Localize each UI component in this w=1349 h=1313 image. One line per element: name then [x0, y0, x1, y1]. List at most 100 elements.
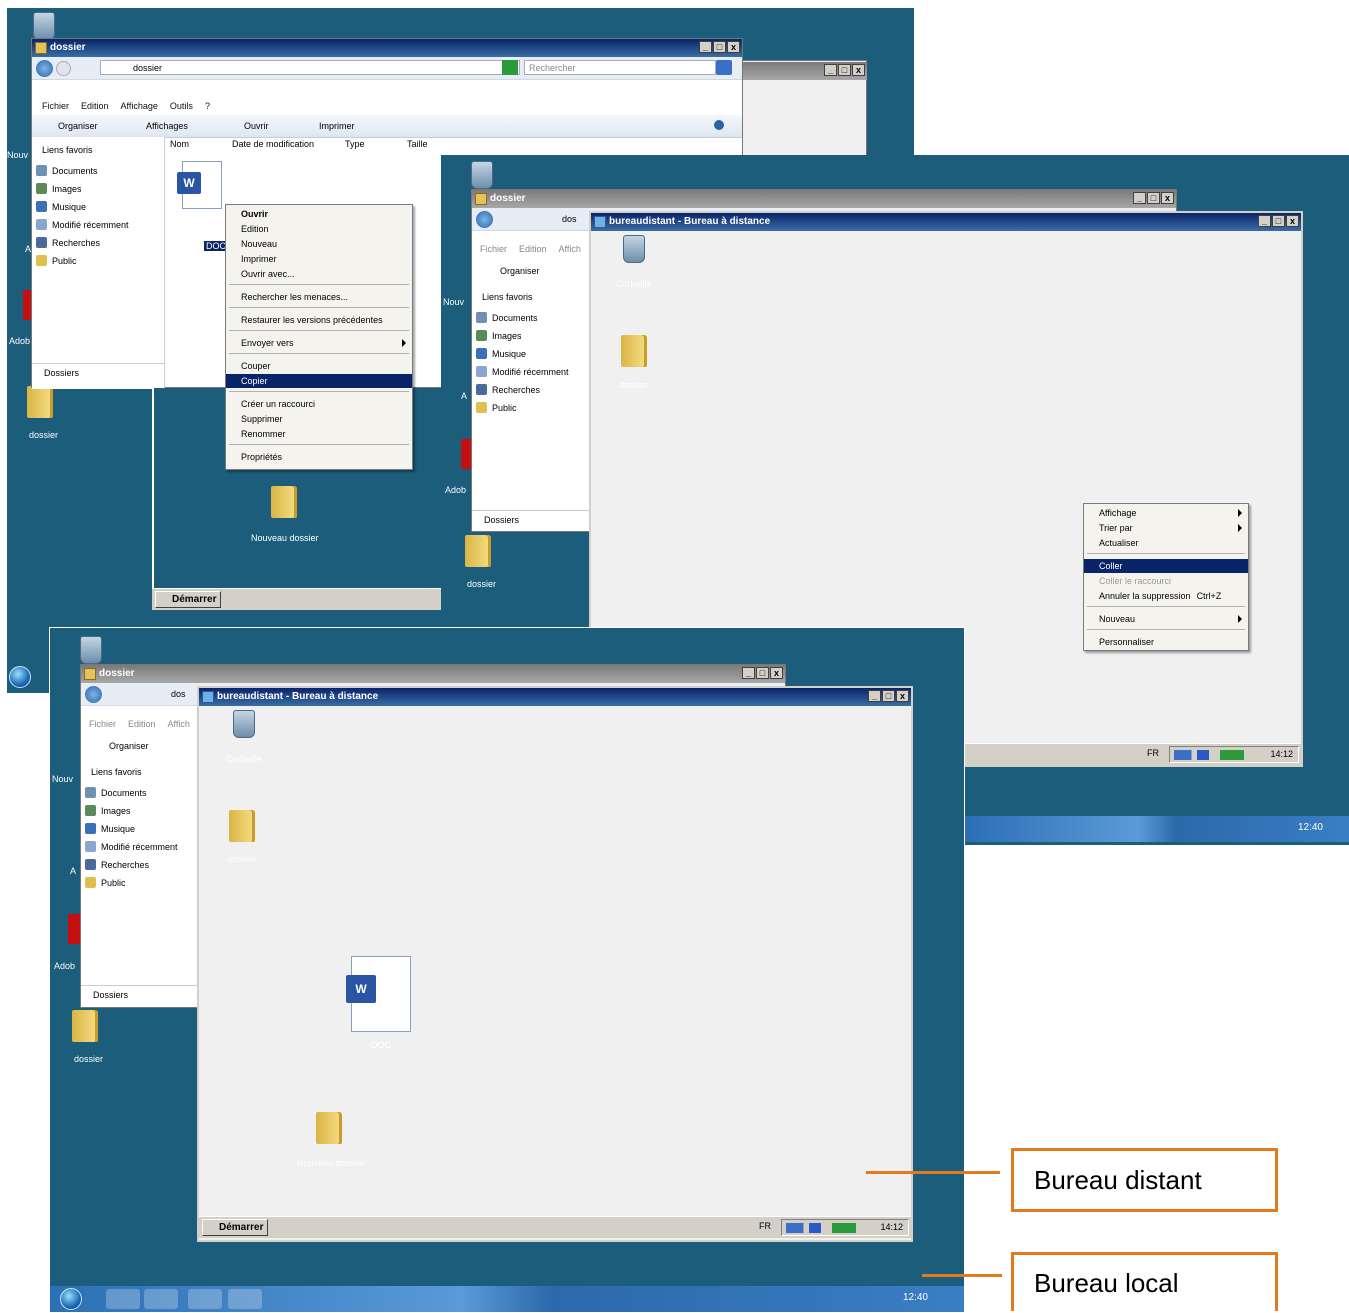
- maximize-button[interactable]: □: [1272, 215, 1285, 227]
- ctx-personalize[interactable]: Personnaliser: [1084, 635, 1248, 649]
- windows-start-orb[interactable]: [60, 1288, 82, 1310]
- back-button[interactable]: [85, 686, 102, 703]
- minimize-button[interactable]: _: [1133, 192, 1146, 204]
- nav-item-documents[interactable]: Documents: [476, 312, 538, 323]
- back-button[interactable]: [476, 211, 493, 228]
- nav-item-music[interactable]: Musique: [85, 823, 135, 834]
- nav-item-public[interactable]: Public: [476, 402, 517, 413]
- nav-item-public[interactable]: Public: [36, 255, 77, 266]
- taskbar-app-button[interactable]: [144, 1289, 178, 1309]
- search-icon[interactable]: [716, 60, 732, 75]
- nav-item-documents[interactable]: Documents: [85, 787, 147, 798]
- folders-toggle[interactable]: Dossiers: [472, 510, 589, 530]
- explorer-titlebar[interactable]: dossier _ □ x: [472, 190, 1176, 208]
- explorer-titlebar[interactable]: dossier _ □ x: [32, 39, 742, 57]
- organize-button[interactable]: Organiser: [58, 121, 98, 131]
- recycle-bin-icon[interactable]: [80, 636, 102, 664]
- maximize-button[interactable]: □: [838, 64, 851, 76]
- nav-item-images[interactable]: Images: [476, 330, 522, 341]
- new-folder-icon[interactable]: [316, 1112, 342, 1144]
- organize-button[interactable]: Organiser: [500, 266, 540, 276]
- nav-item-searches[interactable]: Recherches: [476, 384, 540, 395]
- forward-button[interactable]: [56, 61, 71, 76]
- tray-icons[interactable]: [1174, 750, 1244, 760]
- lang-indicator[interactable]: FR: [1147, 748, 1159, 758]
- nav-item-images[interactable]: Images: [85, 805, 131, 816]
- ctx-cut[interactable]: Couper: [226, 359, 412, 373]
- menu-affichage[interactable]: Affichage: [121, 101, 158, 111]
- menu-affichage[interactable]: Affich: [559, 244, 581, 254]
- ctx-view[interactable]: Affichage: [1084, 506, 1248, 520]
- close-button[interactable]: x: [770, 667, 783, 679]
- adobe-icon[interactable]: [68, 914, 80, 944]
- ctx-edit[interactable]: Edition: [226, 222, 412, 236]
- nav-item-recent[interactable]: Modifié récemment: [85, 841, 178, 852]
- close-button[interactable]: x: [896, 690, 909, 702]
- menu-affichage[interactable]: Affich: [168, 719, 190, 729]
- ctx-delete[interactable]: Supprimer: [226, 412, 412, 426]
- minimize-button[interactable]: _: [742, 667, 755, 679]
- maximize-button[interactable]: □: [1147, 192, 1160, 204]
- ctx-send-to[interactable]: Envoyer vers: [226, 336, 412, 350]
- menu-help[interactable]: ?: [205, 101, 210, 111]
- explorer-titlebar[interactable]: dossier _ □ x: [81, 665, 785, 683]
- minimize-button[interactable]: _: [868, 690, 881, 702]
- ctx-print[interactable]: Imprimer: [226, 252, 412, 266]
- ctx-paste[interactable]: Coller: [1084, 559, 1248, 573]
- refresh-icon[interactable]: [502, 60, 518, 75]
- open-button[interactable]: Ouvrir: [244, 121, 269, 131]
- ctx-open[interactable]: Ouvrir: [226, 207, 412, 221]
- desktop-folder-icon[interactable]: [27, 386, 53, 418]
- ctx-scan-threats[interactable]: Rechercher les menaces...: [226, 290, 412, 304]
- ctx-restore-versions[interactable]: Restaurer les versions précédentes: [226, 313, 412, 327]
- address-field[interactable]: dossier: [100, 60, 520, 75]
- ctx-paste-shortcut[interactable]: Coller le raccourci: [1084, 574, 1248, 588]
- taskbar-app-button[interactable]: [228, 1289, 262, 1309]
- minimize-button[interactable]: _: [1258, 215, 1271, 227]
- ctx-new[interactable]: Nouveau: [1084, 612, 1248, 626]
- remote-recycle-bin-icon[interactable]: [233, 710, 255, 738]
- menu-fichier[interactable]: Fichier: [480, 244, 507, 254]
- column-size[interactable]: Taille: [407, 139, 428, 149]
- ctx-rename[interactable]: Renommer: [226, 427, 412, 441]
- ctx-copy[interactable]: Copier: [226, 374, 412, 388]
- address-field[interactable]: dos: [562, 214, 577, 224]
- nav-item-searches[interactable]: Recherches: [36, 237, 100, 248]
- remote-folder-icon[interactable]: [229, 810, 255, 842]
- menu-fichier[interactable]: Fichier: [89, 719, 116, 729]
- close-button[interactable]: x: [727, 41, 740, 53]
- rdp-titlebar[interactable]: bureaudistant - Bureau à distance _ □ x: [591, 213, 1301, 231]
- taskbar-app-button[interactable]: [106, 1289, 140, 1309]
- maximize-button[interactable]: □: [756, 667, 769, 679]
- column-name[interactable]: Nom: [170, 139, 189, 149]
- nav-item-recent[interactable]: Modifié récemment: [36, 219, 129, 230]
- ctx-undo-delete[interactable]: Annuler la suppression Ctrl+Z: [1084, 589, 1248, 603]
- tray-icons[interactable]: [786, 1223, 856, 1233]
- ctx-open-with[interactable]: Ouvrir avec...: [226, 267, 412, 281]
- nav-item-recent[interactable]: Modifié récemment: [476, 366, 569, 377]
- nav-item-images[interactable]: Images: [36, 183, 82, 194]
- rdp-titlebar[interactable]: bureaudistant - Bureau à distance _ □ x: [199, 688, 911, 706]
- address-field[interactable]: dos: [171, 689, 186, 699]
- lang-indicator[interactable]: FR: [759, 1221, 771, 1231]
- nav-item-music[interactable]: Musique: [476, 348, 526, 359]
- menu-edition[interactable]: Edition: [128, 719, 156, 729]
- nav-item-documents[interactable]: Documents: [36, 165, 98, 176]
- taskbar-app-button[interactable]: [188, 1289, 222, 1309]
- search-input[interactable]: Rechercher: [524, 60, 716, 75]
- windows-start-orb[interactable]: [9, 666, 31, 688]
- recycle-bin-icon[interactable]: [471, 161, 493, 189]
- remote-folder-icon[interactable]: [621, 335, 647, 367]
- ctx-sort-by[interactable]: Trier par: [1084, 521, 1248, 535]
- nav-item-searches[interactable]: Recherches: [85, 859, 149, 870]
- desktop-folder-icon[interactable]: [72, 1010, 98, 1042]
- close-button[interactable]: x: [1161, 192, 1174, 204]
- ctx-new[interactable]: Nouveau: [226, 237, 412, 251]
- remote-recycle-bin-icon[interactable]: [623, 235, 645, 263]
- views-button[interactable]: Affichages: [146, 121, 188, 131]
- close-button[interactable]: x: [1286, 215, 1299, 227]
- minimize-button[interactable]: _: [824, 64, 837, 76]
- start-button[interactable]: Démarrer: [202, 1219, 269, 1236]
- maximize-button[interactable]: □: [713, 41, 726, 53]
- organize-button[interactable]: Organiser: [109, 741, 149, 751]
